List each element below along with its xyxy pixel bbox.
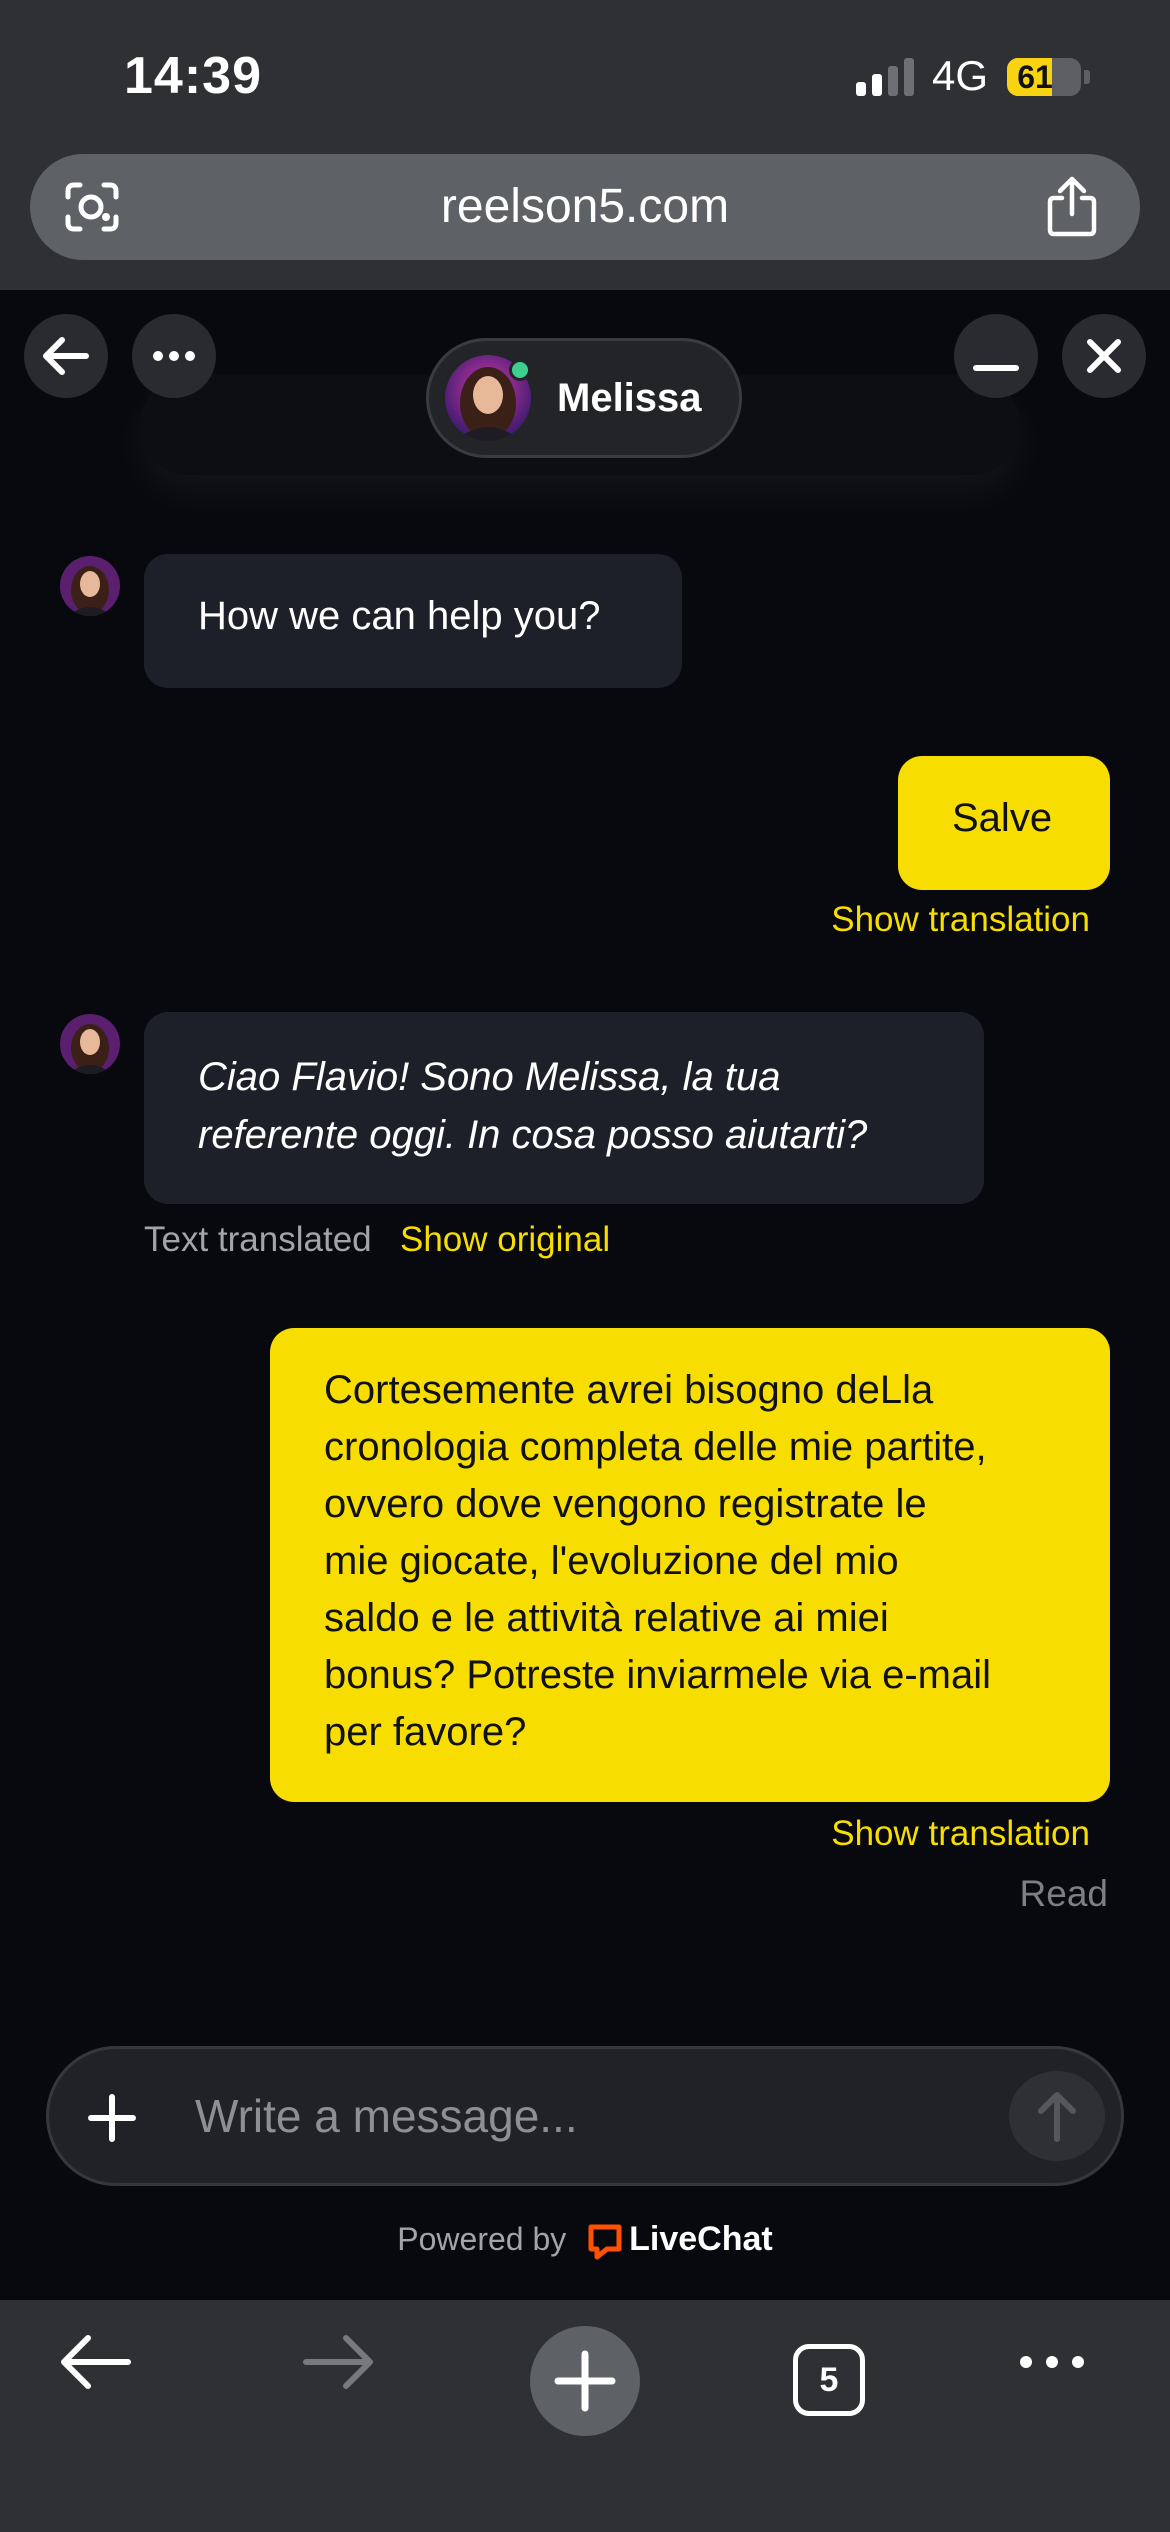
status-bar: 14:39 4G 61 — [0, 0, 1170, 150]
minimize-button[interactable] — [954, 314, 1038, 398]
ellipsis-icon — [153, 351, 195, 361]
agent-message-bubble: Ciao Flavio! Sono Melissa, la tua refere… — [144, 1012, 984, 1204]
user-message-bubble: Salve — [898, 756, 1110, 890]
user-message-bubble: Cortesemente avrei bisogno deLla cronolo… — [270, 1328, 1110, 1802]
livechat-logo-icon — [588, 2224, 622, 2260]
livechat-brand[interactable]: LiveChat — [629, 2220, 773, 2258]
network-label: 4G — [932, 52, 989, 99]
browser-toolbar: 5 — [0, 2300, 1170, 2532]
agent-message-avatar — [60, 556, 120, 616]
message-text: Cortesemente avrei bisogno deLla cronolo… — [324, 1368, 991, 1754]
message-text: Salve — [952, 796, 1053, 840]
tab-switcher-button[interactable]: 5 — [793, 2344, 865, 2416]
arrow-left-icon — [43, 337, 89, 375]
send-button[interactable] — [1009, 2071, 1105, 2161]
ellipsis-icon — [1020, 2356, 1084, 2368]
agent-message-avatar — [60, 1014, 120, 1074]
plus-icon — [554, 2350, 616, 2412]
address-bar[interactable]: reelson5.com — [30, 154, 1140, 260]
url-text: reelson5.com — [440, 180, 730, 233]
text-translated-label: Text translated — [144, 1220, 372, 1259]
close-icon — [1087, 339, 1121, 373]
show-translation-link[interactable]: Show translation — [831, 900, 1090, 940]
browser-back-button[interactable] — [26, 2300, 166, 2430]
browser-address-area: reelson5.com — [0, 150, 1170, 290]
arrow-up-icon — [1038, 2092, 1076, 2142]
message-text: How we can help you? — [198, 594, 601, 638]
online-status-indicator — [509, 359, 531, 381]
signal-icon — [856, 58, 916, 96]
share-icon[interactable] — [1044, 176, 1100, 238]
message-composer — [46, 2046, 1124, 2186]
powered-by-footer: Powered by LiveChat — [0, 2220, 1170, 2270]
powered-by-label: Powered by — [397, 2221, 567, 2257]
more-options-button[interactable] — [132, 314, 216, 398]
battery-tip — [1084, 70, 1090, 84]
minimize-icon — [973, 365, 1019, 371]
battery-level-text: 61 — [1017, 59, 1053, 95]
browser-menu-button[interactable] — [984, 2300, 1124, 2430]
message-input[interactable] — [193, 2049, 1013, 2183]
agent-message-bubble: How we can help you? — [144, 554, 682, 688]
arrow-right-icon — [303, 2335, 373, 2389]
battery-icon: 61 — [1007, 58, 1081, 96]
status-time: 14:39 — [124, 47, 262, 105]
message-text: Ciao Flavio! Sono Melissa, la tua refere… — [198, 1055, 868, 1157]
show-original-link[interactable]: Show original — [400, 1220, 610, 1260]
close-button[interactable] — [1062, 314, 1146, 398]
new-tab-button[interactable] — [530, 2326, 640, 2436]
back-button[interactable] — [24, 314, 108, 398]
browser-forward-button[interactable] — [270, 2300, 410, 2430]
arrow-left-icon — [61, 2335, 131, 2389]
agent-header-pill: Melissa — [426, 338, 742, 458]
read-receipt: Read — [1019, 1873, 1108, 1914]
agent-name: Melissa — [557, 376, 702, 420]
show-translation-link[interactable]: Show translation — [831, 1814, 1090, 1854]
add-attachment-button[interactable] — [87, 2093, 137, 2143]
